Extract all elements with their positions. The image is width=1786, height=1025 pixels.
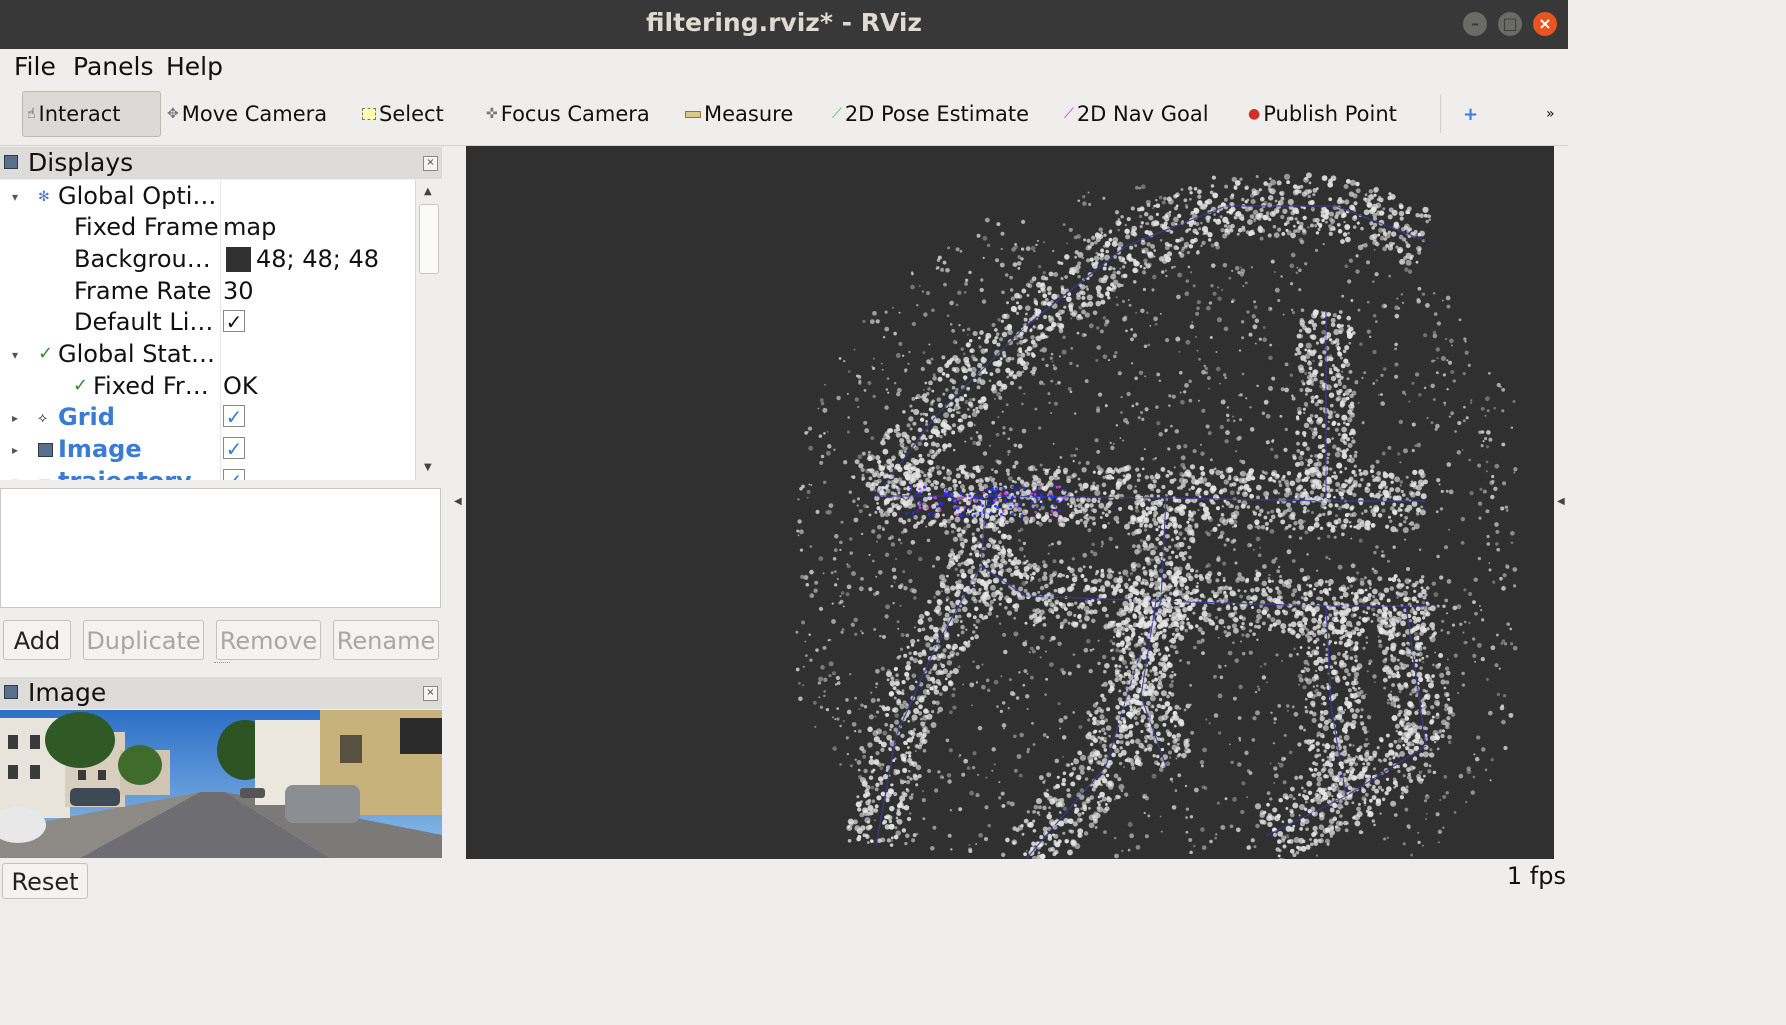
image-panel-header: Image × — [0, 677, 442, 709]
trajectory-enable-checkbox[interactable]: ✓ — [223, 469, 245, 480]
fps-readout: 1 fps — [1506, 862, 1566, 890]
green-arrow-icon: ⟋ — [832, 106, 842, 122]
grid-icon: ⟡ — [38, 410, 48, 426]
move-arrows-icon: ✥ — [167, 106, 179, 122]
expand-arrow-icon[interactable]: ▾ — [12, 475, 18, 480]
menu-help[interactable]: Help — [166, 52, 223, 81]
displays-tree: ▾ ✻ Global Opti… Fixed Frame map Backgro… — [0, 180, 415, 480]
expand-arrow-icon[interactable]: ▾ — [12, 348, 18, 362]
toolbar-overflow-button[interactable]: » — [1546, 91, 1555, 137]
tree-row-trajectory[interactable]: ▾ ▬ trajectory ✓ — [0, 466, 415, 480]
color-swatch[interactable] — [226, 247, 251, 272]
right-splitter-arrow-icon[interactable]: ◀ — [1557, 496, 1565, 507]
gear-icon: ✻ — [38, 189, 50, 205]
property-description-box — [0, 488, 441, 608]
interact-tool-button[interactable]: ☝ Interact — [22, 91, 161, 137]
nav-goal-tool-button[interactable]: ⟋ 2D Nav Goal — [1064, 91, 1209, 137]
grid-enable-checkbox[interactable]: ✓ — [223, 405, 245, 428]
tree-row-fixed-frame[interactable]: Fixed Frame map — [0, 212, 415, 243]
background-value[interactable]: 48; 48; 48 — [256, 245, 379, 273]
fixed-frame-value[interactable]: map — [223, 213, 276, 241]
select-tool-button[interactable]: Select — [362, 91, 444, 137]
image-icon — [4, 685, 18, 699]
check-icon: ✓ — [38, 343, 54, 364]
displays-scrollbar[interactable]: ▲ ▼ — [415, 180, 442, 480]
menu-file[interactable]: File — [14, 52, 56, 81]
menu-bar: File Panels Help — [0, 49, 1568, 85]
image-enable-checkbox[interactable]: ✓ — [223, 437, 245, 460]
collapse-arrow-icon[interactable]: ▸ — [12, 411, 18, 425]
duplicate-display-button[interactable]: Duplicate — [83, 620, 204, 660]
tree-row-frame-rate[interactable]: Frame Rate 30 — [0, 276, 415, 307]
vertical-splitter-handle[interactable] — [214, 662, 230, 667]
image-icon — [38, 443, 53, 457]
menu-panels[interactable]: Panels — [73, 52, 153, 81]
point-cloud-map — [795, 172, 1518, 859]
close-icon[interactable]: × — [423, 686, 438, 701]
publish-point-tool-button[interactable]: ● Publish Point — [1248, 91, 1397, 137]
displays-panel-header: Displays × — [0, 147, 442, 179]
tool-bar: ☝ Interact ✥ Move Camera Select ✜ Focus Cam… — [0, 85, 1568, 146]
map-pin-icon: ● — [1248, 106, 1261, 122]
default-light-checkbox[interactable]: ✓ — [223, 310, 245, 333]
add-tool-button[interactable]: + — [1463, 91, 1478, 137]
tree-row-grid[interactable]: ▸ ⟡ Grid ✓ — [0, 402, 415, 433]
expand-arrow-icon[interactable]: ▾ — [12, 190, 18, 204]
move-camera-tool-button[interactable]: ✥ Move Camera — [167, 91, 327, 137]
tree-row-global-options[interactable]: ▾ ✻ Global Opti… — [0, 181, 415, 212]
path-icon: ▬ — [38, 474, 51, 480]
focus-camera-tool-button[interactable]: ✜ Focus Camera — [486, 91, 650, 137]
reset-button[interactable]: Reset — [2, 863, 88, 899]
status-bar: Reset 1 fps — [0, 860, 1568, 900]
close-icon[interactable]: × — [1533, 12, 1557, 36]
select-box-icon — [362, 108, 376, 120]
pose-estimate-tool-button[interactable]: ⟋ 2D Pose Estimate — [832, 91, 1029, 137]
check-icon: ✓ — [73, 375, 89, 396]
image-panel-title: Image — [28, 678, 107, 707]
scroll-down-icon[interactable]: ▼ — [424, 462, 432, 473]
collapse-arrow-icon[interactable]: ▸ — [12, 443, 18, 457]
tree-column-divider — [220, 180, 221, 480]
tree-row-image[interactable]: ▸ Image ✓ — [0, 434, 415, 465]
minimize-icon[interactable]: – — [1463, 12, 1487, 36]
right-panel-collapse-bar: ◀ — [1554, 146, 1568, 859]
3d-render-viewport[interactable] — [466, 146, 1554, 859]
tree-row-fixed-frame-status[interactable]: ✓ Fixed Fr… OK — [0, 371, 415, 402]
window-title: filtering.rviz* - RViz — [646, 8, 922, 37]
left-splitter-arrow-icon[interactable]: ◀ — [454, 496, 462, 507]
toolbar-divider — [1440, 95, 1441, 133]
scroll-thumb[interactable] — [419, 204, 439, 274]
close-icon[interactable]: × — [423, 156, 438, 171]
scroll-up-icon[interactable]: ▲ — [424, 186, 432, 197]
camera-image-view — [0, 710, 442, 858]
tree-row-global-status[interactable]: ▾ ✓ Global Stat… — [0, 339, 415, 370]
fixed-frame-status-value: OK — [223, 372, 258, 400]
rename-display-button[interactable]: Rename — [333, 620, 439, 660]
displays-panel-title: Displays — [28, 148, 134, 177]
monitor-icon — [4, 155, 18, 169]
measure-tool-button[interactable]: Measure — [685, 91, 793, 137]
focus-crosshair-icon: ✜ — [486, 106, 498, 122]
add-display-button[interactable]: Add — [3, 620, 71, 660]
tree-row-default-light[interactable]: Default Li… ✓ — [0, 307, 415, 338]
window-titlebar: filtering.rviz* - RViz – □ × — [0, 0, 1568, 49]
magenta-arrow-icon: ⟋ — [1064, 106, 1074, 122]
remove-display-button[interactable]: Remove — [216, 620, 321, 660]
tree-row-background[interactable]: Backgrou… 48; 48; 48 — [0, 244, 415, 275]
ruler-icon — [685, 110, 701, 118]
hand-cursor-icon: ☝ — [27, 106, 36, 122]
street-photo — [0, 710, 442, 858]
maximize-icon[interactable]: □ — [1498, 12, 1522, 36]
frame-rate-value[interactable]: 30 — [223, 277, 254, 305]
